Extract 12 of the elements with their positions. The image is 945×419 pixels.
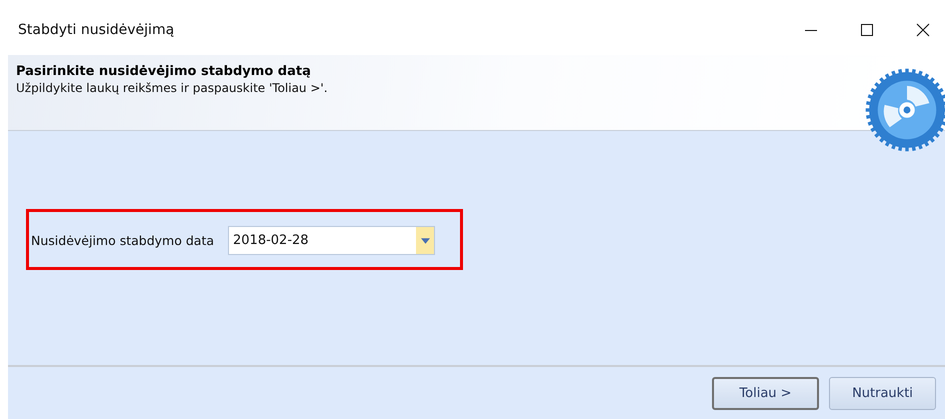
page-heading: Pasirinkite nusidėvėjimo stabdymo datą [16,64,312,79]
gear-icon [864,67,945,153]
dialog-button[interactable]: Nutraukti [829,376,936,410]
dialog-button[interactable]: Toliau > [712,376,819,410]
page-instructions: Užpildykite laukų reikšmes ir paspauskite 'Toliau >'. [16,81,328,95]
close-icon[interactable] [915,22,931,38]
window-title: Stabdyti nusidėvėjimą [18,22,174,38]
date-field[interactable]: 2018-02-28 [228,226,436,255]
caret-icon [420,238,430,244]
dropdown-button[interactable] [416,227,434,254]
maximize-icon[interactable] [859,22,875,38]
field-label: Nusidėvėjimo stabdymo data [31,233,214,248]
